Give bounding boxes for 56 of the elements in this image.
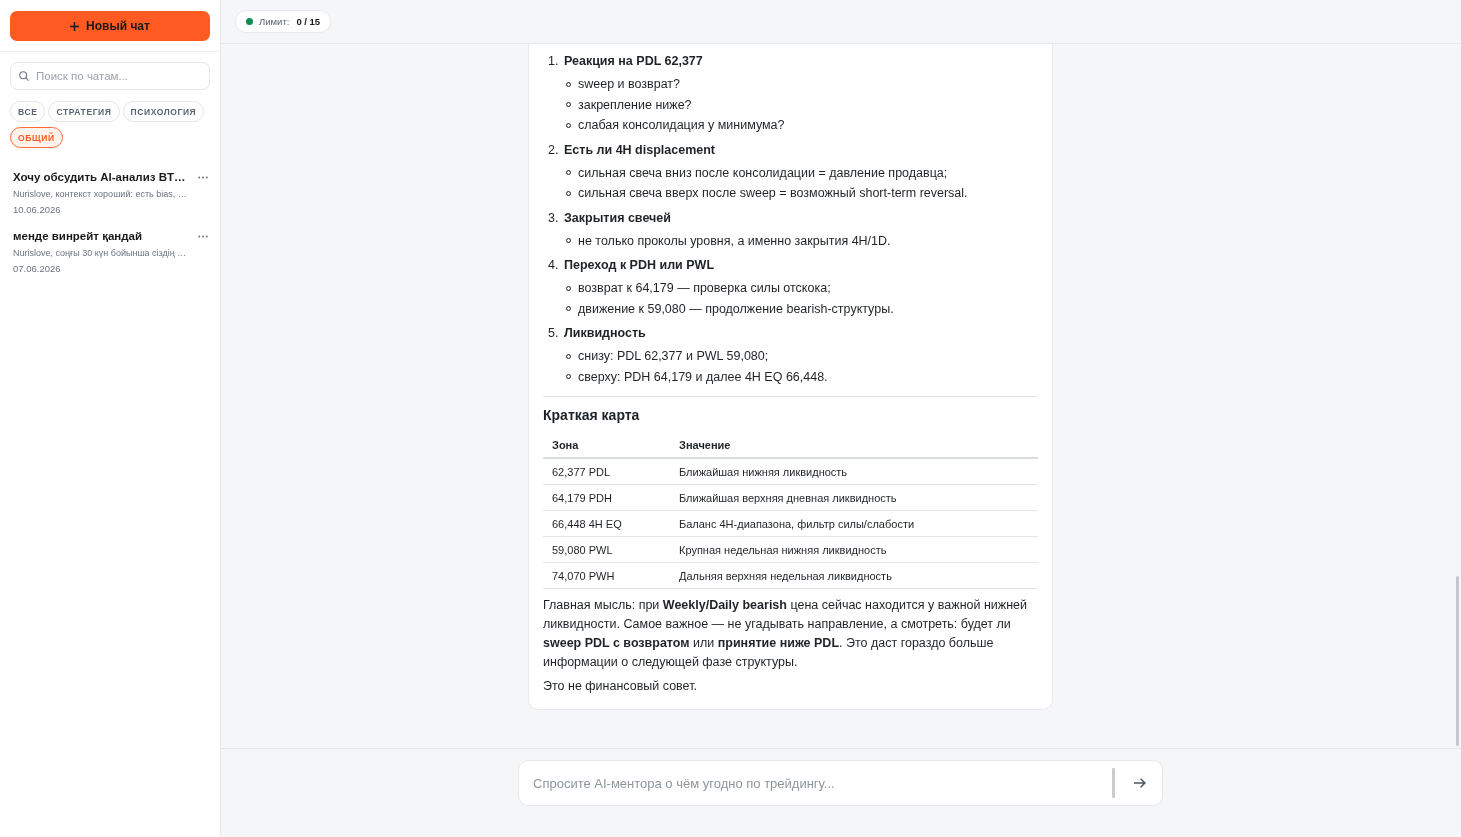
section-heading: Краткая карта bbox=[543, 406, 641, 425]
more-icon[interactable] bbox=[198, 176, 208, 179]
list-number: 3. bbox=[548, 209, 560, 227]
step-title: Закрытия свечей bbox=[564, 209, 671, 227]
bullet-text: сверху: PDH 64,179 и далее 4H EQ 66,448. bbox=[578, 368, 828, 386]
column-header: Зона bbox=[543, 431, 670, 458]
status-dot-icon bbox=[246, 18, 253, 25]
column-header: Значение bbox=[670, 431, 1038, 458]
filter-chip[interactable]: СТРАТЕГИЯ bbox=[48, 101, 120, 122]
step-title: Переход к PDH или PWL bbox=[564, 257, 715, 274]
paragraph: Это не финансовый совет. bbox=[543, 678, 698, 695]
chat-date: 10.06.2026 bbox=[13, 203, 62, 216]
chat-title[interactable]: менде винрейт қандай bbox=[13, 229, 142, 244]
search-icon bbox=[19, 71, 29, 81]
table-cell: Ближайшая нижняя ликвидность bbox=[670, 458, 1038, 485]
table-cell: Ближайшая верхняя дневная ликвидность bbox=[670, 484, 1038, 511]
bullet-text: возврат к 64,179 — проверка силы отскока; bbox=[578, 280, 831, 297]
more-icon[interactable] bbox=[198, 235, 208, 238]
scrollbar-thumb[interactable] bbox=[1456, 576, 1459, 746]
bullet-text: sweep и возврат? bbox=[578, 76, 681, 93]
bullet-text: закрепление ниже? bbox=[578, 96, 692, 114]
bullet-text: сильная свеча вверх после sweep = возможный short-term reversal. bbox=[578, 185, 968, 202]
bullet-text: снизу: PDL 62,377 и PWL 59,080; bbox=[578, 348, 769, 365]
new-chat-button[interactable]: Новый чат bbox=[10, 11, 210, 41]
table-cell: Баланс 4H-диапазона, фильтр силы/слабости bbox=[670, 510, 1038, 537]
limit-label: Лимит: bbox=[259, 16, 290, 27]
table-cell: Дальняя верхняя недельная ликвидность bbox=[670, 562, 1038, 589]
filter-chip[interactable]: ПСИХОЛОГИЯ bbox=[122, 101, 205, 122]
limit-value: 0 / 15 bbox=[296, 16, 321, 27]
search-field[interactable]: Поиск по чатам... bbox=[10, 62, 210, 90]
bullet-text: слабая консолидация у минимума? bbox=[578, 117, 785, 134]
table-cell: Крупная недельная нижняя ликвидность bbox=[670, 536, 1038, 563]
table-cell: 59,080 PWL bbox=[543, 536, 670, 563]
step-title: Есть ли 4H displacement bbox=[564, 141, 715, 159]
chat-date: 07.06.2026 bbox=[13, 262, 62, 275]
table-cell: 64,179 PDH bbox=[543, 484, 670, 511]
list-number: 2. bbox=[548, 141, 560, 159]
list-number: 5. bbox=[548, 325, 560, 342]
plus-icon bbox=[70, 21, 80, 31]
bullet-text: сильная свеча вниз после консолидации = давление продавца; bbox=[578, 164, 948, 182]
arrow-icon bbox=[1134, 778, 1146, 788]
list-number: 4. bbox=[548, 257, 560, 274]
chat-preview: Nurislove, контекст хороший: есть bias, … bbox=[13, 188, 188, 201]
bullet-text: движение к 59,080 — продолжение bearish-структуры. bbox=[578, 300, 894, 318]
table-cell: 62,377 PDL bbox=[543, 458, 670, 485]
chat-preview: Nurislove, соңғы 30 күн бойынша сіздің … bbox=[13, 247, 188, 260]
step-title: Реакция на PDL 62,377 bbox=[564, 53, 703, 70]
list-number: 1. bbox=[548, 53, 560, 70]
chat-title[interactable]: Хочу обсудить AI-анализ BT… bbox=[13, 170, 186, 185]
paragraph: Главная мысль: при Weekly/Daily bearish цена сейчас находится у важной нижней ликвидности. Самое важное — не угадывать направление, а смотреть: будет ли sweep PDL с возвратом или принятие ниже PDL. Это даст гораздо больше информации о следующей фазе структуры. bbox=[543, 597, 1029, 671]
filter-chip[interactable]: ВСЕ bbox=[10, 101, 46, 122]
message-field[interactable]: Спросите AI-ментора о чём угодно по трейдингу... bbox=[518, 760, 1163, 806]
table-cell: 66,448 4H EQ bbox=[543, 510, 670, 537]
step-title: Ликвидность bbox=[564, 325, 646, 342]
bullet-text: не только проколы уровня, а именно закрытия 4H/1D. bbox=[578, 232, 891, 250]
table-cell: 74,070 PWH bbox=[543, 562, 670, 589]
